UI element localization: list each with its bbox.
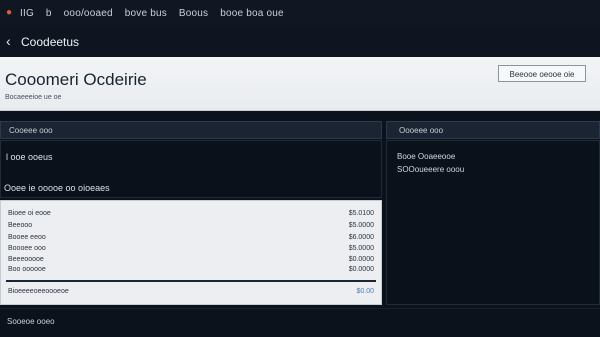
summary-value: $5.0000 (348, 222, 374, 229)
summary-value: $0.0000 (348, 266, 374, 273)
right-panel-line: SOOoueeere ooou (397, 165, 465, 174)
menu-item[interactable]: bove bus (125, 8, 167, 19)
summary-label: Booee eeoo (8, 234, 46, 241)
summary-label: Beeooo (8, 222, 33, 229)
menu-item[interactable]: b (46, 8, 52, 19)
menu-item[interactable]: Boous (179, 8, 208, 19)
left-panel-heading: Cooeee ooo (9, 126, 53, 135)
left-panel-item[interactable]: Ooee ie ooooe oo oioeaes (4, 183, 110, 193)
summary-label: Boooee ooo (8, 245, 46, 252)
summary-value: $5.0100 (348, 210, 374, 217)
summary-value: $5.0000 (348, 245, 374, 252)
right-panel-heading: Oooeee ooo (399, 126, 444, 135)
summary-label: Bioee oi eooe (8, 210, 51, 217)
back-icon[interactable]: ‹ (6, 34, 11, 48)
left-panel-header (0, 121, 382, 139)
footer-text[interactable]: Sooeoe ooeo (7, 317, 55, 326)
menu-item[interactable]: ooo/ooaed (64, 8, 113, 19)
app-bar (0, 27, 600, 57)
summary-row: Beeooo $5.0000 (8, 222, 374, 234)
summary-label: Boo oooooe (8, 266, 46, 273)
summary-value: $6.0000 (348, 234, 374, 241)
app-logo-icon[interactable]: ● (6, 8, 16, 18)
summary-label: Beeeooooe (8, 256, 44, 263)
left-panel-item[interactable]: l ooe ooeus (6, 152, 53, 162)
total-value-link[interactable]: $0.00 (330, 288, 374, 295)
menu-items: IIG b ooo/ooaed bove bus Boous booe boa … (20, 8, 293, 19)
page-title: Cooomeri Ocdeirie (5, 70, 147, 89)
summary-row: Bioee oi eooe $5.0100 (8, 210, 374, 222)
menu-item[interactable]: booe boa oue (220, 8, 284, 19)
right-panel-line: Booe Ooaeeooe (397, 152, 456, 161)
page-subtitle: Bocaeeeioe ue oe (5, 94, 62, 101)
summary-row: Boo oooooe $0.0000 (8, 266, 374, 278)
footer-bar (0, 308, 600, 337)
app-title: Coodeetus (21, 35, 80, 49)
summary-divider (6, 280, 376, 282)
total-label: Bioeeeeoeeoooeoe (8, 288, 69, 295)
menu-item[interactable]: IIG (20, 8, 34, 19)
summary-value: $0.0000 (348, 256, 374, 263)
header-action-button[interactable]: Beeooe oeooe oie (498, 65, 586, 82)
